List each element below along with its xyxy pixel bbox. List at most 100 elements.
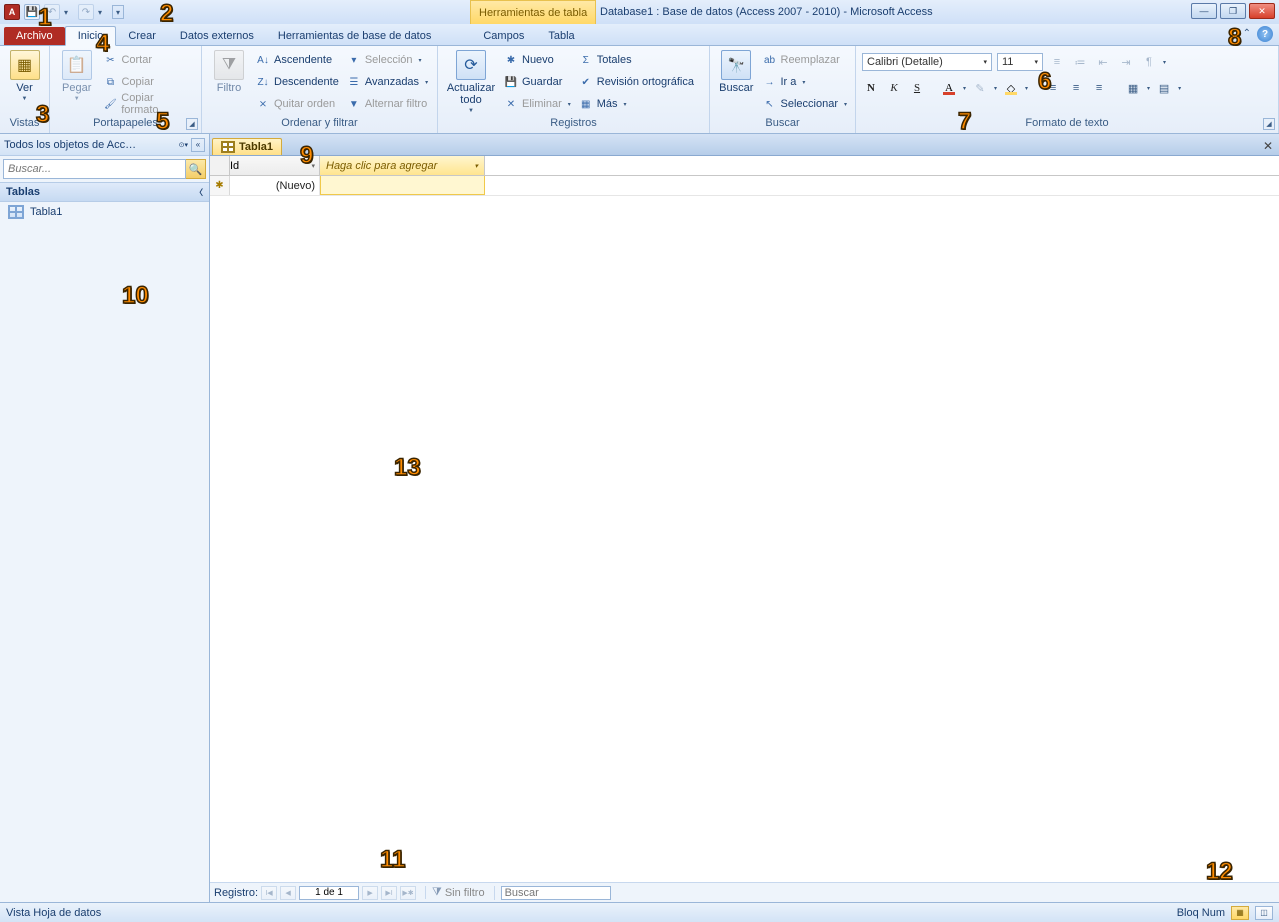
column-header-add[interactable]: Haga clic para agregar▾ [320, 156, 485, 175]
recnav-first-icon[interactable]: I◀ [261, 886, 277, 900]
recnav-new-icon[interactable]: ▶✱ [400, 886, 416, 900]
font-size-value: 11 [1002, 56, 1013, 68]
recnav-filter-label[interactable]: Sin filtro [445, 887, 485, 899]
highlight-button[interactable]: ✎ [971, 79, 989, 97]
maximize-button[interactable]: ❐ [1220, 3, 1246, 19]
descendente-button[interactable]: Z↓Descendente [254, 72, 341, 92]
nuevo-button[interactable]: ✱Nuevo [502, 50, 573, 70]
row-selector-new[interactable]: ✱ [210, 176, 230, 195]
refresh-icon: ⟳ [456, 50, 486, 80]
recnav-position-input[interactable] [299, 886, 359, 900]
buscar-button[interactable]: 🔭 Buscar [716, 48, 757, 94]
numbering-icon[interactable]: ≔ [1071, 53, 1089, 71]
font-family-combo[interactable]: Calibri (Detalle)▾ [862, 53, 992, 71]
nav-search-input[interactable] [3, 159, 186, 179]
tab-campos[interactable]: Campos [471, 27, 536, 45]
totales-button[interactable]: ΣTotales [577, 50, 696, 70]
undo-icon[interactable]: ↶ [44, 4, 60, 20]
underline-button[interactable]: S [908, 79, 926, 97]
minimize-button[interactable]: — [1191, 3, 1217, 19]
alternar-filtro-button[interactable]: ▼Alternar filtro [345, 94, 430, 114]
dialog-launcher-icon[interactable]: ◢ [1263, 118, 1275, 130]
redo-icon[interactable]: ↷ [78, 4, 94, 20]
italic-button[interactable]: K [885, 79, 903, 97]
ver-button[interactable]: ▦ Ver ▼ [6, 48, 43, 102]
increase-indent-icon[interactable]: ⇥ [1117, 53, 1135, 71]
copiar-button[interactable]: ⧉Copiar [101, 72, 195, 92]
datasheet[interactable]: Id▾ Haga clic para agregar▾ ✱ (Nuevo) [210, 156, 1279, 882]
new-record-icon: ✱ [504, 53, 518, 67]
ir-a-button[interactable]: →Ir a▾ [761, 72, 850, 92]
tab-datos-externos[interactable]: Datos externos [168, 27, 266, 45]
avanzadas-button[interactable]: ☰Avanzadas▾ [345, 72, 430, 92]
nav-collapse-icon[interactable]: « [191, 138, 205, 152]
alt-row-color-icon[interactable]: ▤ [1155, 79, 1173, 97]
decrease-indent-icon[interactable]: ⇤ [1094, 53, 1112, 71]
gridlines-icon[interactable]: ▦ [1124, 79, 1142, 97]
group-label-formato-texto: Formato de texto◢ [856, 117, 1278, 133]
mas-button[interactable]: ▦Más▾ [577, 94, 696, 114]
revision-button[interactable]: ✔Revisión ortográfica [577, 72, 696, 92]
column-dropdown-icon[interactable]: ▾ [474, 162, 478, 170]
ribbon-minimize-icon[interactable]: ⌃ [1243, 28, 1251, 39]
cortar-button[interactable]: ✂Cortar [101, 50, 195, 70]
copiar-formato-button[interactable]: 🖌Copiar formato [101, 94, 195, 114]
align-left-icon[interactable]: ≡ [1044, 79, 1062, 97]
font-color-button[interactable]: A [940, 80, 958, 96]
column-dropdown-icon[interactable]: ▾ [311, 162, 315, 170]
close-button[interactable]: ✕ [1249, 3, 1275, 19]
ascendente-button[interactable]: A↓Ascendente [254, 50, 341, 70]
tab-crear[interactable]: Crear [116, 27, 168, 45]
seleccion-button[interactable]: ▾Selección▾ [345, 50, 430, 70]
cell-add-new[interactable] [320, 176, 485, 195]
doc-tab-tabla1[interactable]: Tabla1 [212, 138, 282, 155]
eliminar-button[interactable]: ✕Eliminar▾ [502, 94, 573, 114]
tab-file[interactable]: Archivo [4, 27, 65, 45]
nav-filter-dropdown-icon[interactable]: ⊙▾ [179, 141, 188, 149]
guardar-button[interactable]: 💾Guardar [502, 72, 573, 92]
bold-button[interactable]: N [862, 79, 880, 97]
doc-close-icon[interactable]: ✕ [1263, 139, 1273, 155]
align-center-icon[interactable]: ≡ [1067, 79, 1085, 97]
actualizar-todo-button[interactable]: ⟳ Actualizar todo▼ [444, 48, 498, 114]
dialog-launcher-icon[interactable]: ◢ [186, 118, 198, 130]
reemplazar-button[interactable]: abReemplazar [761, 50, 850, 70]
font-size-combo[interactable]: 11▾ [997, 53, 1043, 71]
select-all-cell[interactable] [210, 156, 230, 175]
delete-icon: ✕ [504, 97, 518, 111]
view-design-icon[interactable]: ◫ [1255, 906, 1273, 920]
nav-item-tabla1[interactable]: Tabla1 [0, 202, 209, 222]
window-controls: — ❐ ✕ [1191, 3, 1275, 19]
bullets-icon[interactable]: ≡ [1048, 53, 1066, 71]
text-direction-icon[interactable]: ¶ [1140, 53, 1158, 71]
pegar-button[interactable]: 📋 Pegar ▼ [56, 48, 97, 102]
tab-inicio[interactable]: Inicio [65, 26, 117, 46]
tab-herramientas-bd[interactable]: Herramientas de base de datos [266, 27, 443, 45]
column-header-id[interactable]: Id▾ [230, 156, 320, 175]
recnav-prev-icon[interactable]: ◀ [280, 886, 296, 900]
view-datasheet-icon[interactable]: ▦ [1231, 906, 1249, 920]
undo-dropdown-icon[interactable]: ▾ [64, 8, 74, 17]
save-icon[interactable]: 💾 [24, 4, 40, 20]
group-ordenar: ⧩ Filtro A↓Ascendente Z↓Descendente ⨯Qui… [202, 46, 438, 133]
nav-section-tablas[interactable]: Tablas〈 [0, 182, 209, 202]
funnel-icon: ⧩ [214, 50, 244, 80]
align-right-icon[interactable]: ≡ [1090, 79, 1108, 97]
nav-header[interactable]: Todos los objetos de Acc… ⊙▾« [0, 134, 209, 156]
recnav-search-input[interactable] [501, 886, 611, 900]
tab-tabla[interactable]: Tabla [536, 27, 586, 45]
recnav-next-icon[interactable]: ▶ [362, 886, 378, 900]
search-icon[interactable]: 🔍 [186, 159, 206, 179]
app-icon[interactable]: A [4, 4, 20, 20]
recnav-last-icon[interactable]: ▶I [381, 886, 397, 900]
quitar-orden-button[interactable]: ⨯Quitar orden [254, 94, 341, 114]
cell-id-new[interactable]: (Nuevo) [230, 176, 320, 195]
help-icon[interactable]: ? [1257, 26, 1273, 42]
filtro-button[interactable]: ⧩ Filtro [208, 48, 250, 94]
new-record-row[interactable]: ✱ (Nuevo) [210, 176, 1279, 196]
qat-customize-icon[interactable]: ▾ [112, 5, 124, 19]
redo-dropdown-icon[interactable]: ▾ [98, 8, 108, 17]
seleccionar-button[interactable]: ↖Seleccionar▾ [761, 94, 850, 114]
group-portapapeles: 📋 Pegar ▼ ✂Cortar ⧉Copiar 🖌Copiar format… [50, 46, 202, 133]
fill-color-button[interactable]: ◇ [1002, 80, 1020, 96]
